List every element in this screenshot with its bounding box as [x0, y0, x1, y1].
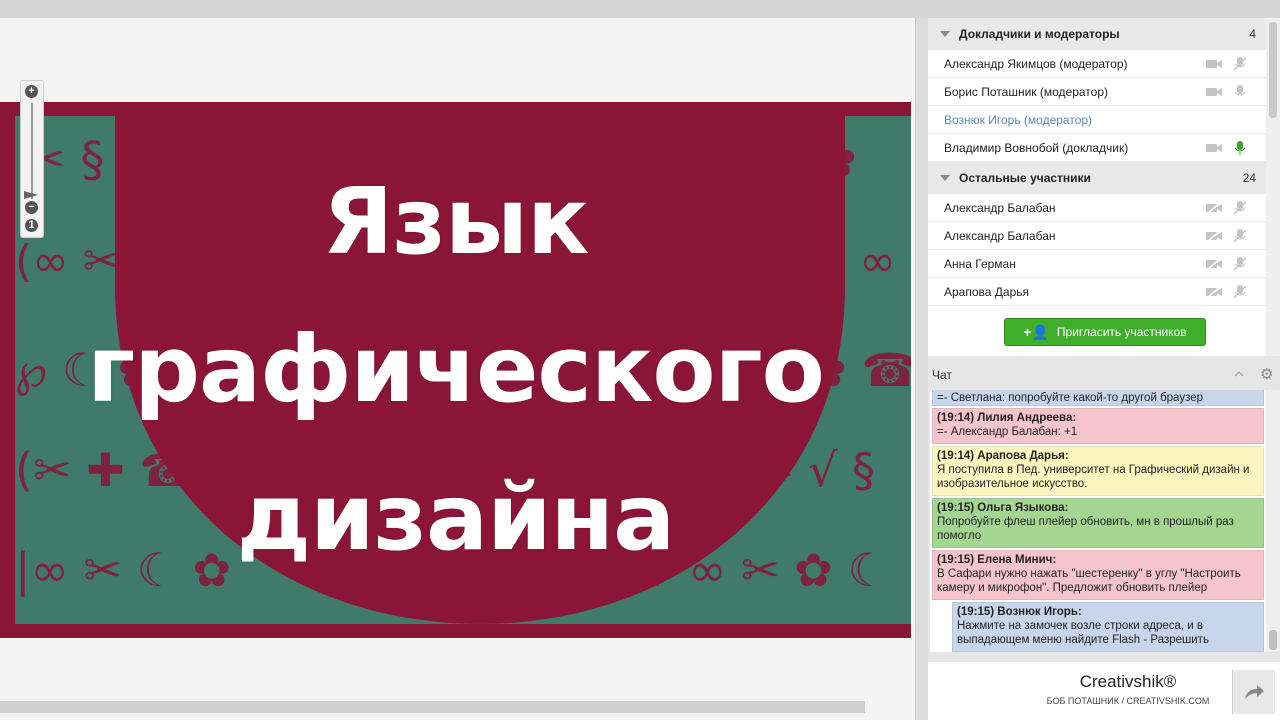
message-text: Я поступила в Пед. университет на Графич…: [937, 464, 1250, 490]
mic-muted-icon[interactable]: [1232, 229, 1248, 243]
mic-muted-icon[interactable]: [1232, 257, 1248, 271]
message-author: (19:14) Лилия Андреева:: [937, 412, 1077, 424]
slide-title: Язык графического дизайна: [0, 102, 911, 638]
group-label: Остальные участники: [959, 171, 1091, 185]
camera-icon[interactable]: [1206, 141, 1222, 155]
zoom-out-icon[interactable]: −: [25, 201, 38, 214]
participant-row[interactable]: Арапова Дарья: [928, 278, 1266, 306]
participants-scrollbar[interactable]: [1266, 18, 1280, 356]
zoom-in-icon[interactable]: +: [25, 85, 38, 98]
camera-icon[interactable]: [1206, 57, 1222, 71]
presenters-group-header[interactable]: Докладчики и модераторы 4: [928, 18, 1266, 50]
participant-row[interactable]: Александр Балабан: [928, 222, 1266, 250]
participant-row[interactable]: Александр Балабан: [928, 194, 1266, 222]
participant-row[interactable]: Вознюк Игорь (модератор): [928, 106, 1266, 134]
chat-message: (19:14) Арапова Дарья: Я поступила в Пед…: [932, 446, 1264, 496]
mic-muted-icon[interactable]: [1232, 285, 1248, 299]
gear-icon[interactable]: ⚙: [1260, 367, 1273, 383]
mic-muted-icon[interactable]: [1232, 201, 1248, 215]
share-button[interactable]: [1232, 670, 1275, 714]
participant-name: Владимир Вовнобой (докладчик): [944, 140, 1129, 155]
chat-message: =- Светлана: попробуйте какой-то другой …: [932, 390, 1264, 406]
message-text: =- Александр Балабан: +1: [937, 426, 1078, 438]
scrollbar-thumb[interactable]: [1269, 22, 1277, 118]
horizontal-scrollbar[interactable]: [0, 701, 865, 713]
slide-title-line-1: Язык: [322, 168, 590, 275]
scrollbar-thumb[interactable]: [1269, 630, 1277, 650]
message-author: (19:15) Вознюк Игорь:: [957, 606, 1082, 618]
participant-row[interactable]: Александр Якимцов (модератор): [928, 50, 1266, 78]
brand-logo: Creativshik® БОБ ПОТАШНИК / CREATIVSHIK.…: [1028, 672, 1228, 706]
zoom-reset-icon[interactable]: 1: [25, 219, 38, 232]
chat-header: Чат ⚙: [928, 362, 1280, 388]
participant-name: Борис Поташник (модератор): [944, 84, 1108, 99]
brand-name: Creativshik®: [1079, 672, 1177, 691]
message-author: (19:15) Елена Минич:: [937, 554, 1057, 566]
message-author: (19:15) Ольга Языкова:: [937, 502, 1069, 514]
top-bar: [0, 0, 1280, 18]
participant-row[interactable]: Анна Герман: [928, 250, 1266, 278]
collapse-triangle-icon[interactable]: [940, 31, 950, 37]
mic-icon[interactable]: [1232, 85, 1248, 99]
others-group-header[interactable]: Остальные участники 24: [928, 162, 1266, 194]
invite-participants-button[interactable]: +👤 Пригласить участников: [1004, 318, 1206, 346]
side-panel: Докладчики и модераторы 4 Александр Яким…: [928, 18, 1280, 720]
camera-off-icon[interactable]: [1206, 201, 1222, 215]
camera-off-icon[interactable]: [1206, 285, 1222, 299]
add-user-icon: +👤: [1023, 323, 1049, 340]
share-arrow-icon: [1245, 685, 1264, 699]
participant-name: Анна Герман: [944, 256, 1016, 271]
chat-title: Чат: [932, 368, 952, 382]
chat-message: (19:15) Елена Минич: В Сафари нужно нажа…: [932, 550, 1264, 600]
zoom-control[interactable]: + − 1: [20, 80, 44, 238]
participants-list: Докладчики и модераторы 4 Александр Яким…: [928, 18, 1266, 356]
camera-icon[interactable]: [1206, 85, 1222, 99]
chat-message: (19:14) Лилия Андреева: =- Александр Бал…: [932, 408, 1264, 444]
group-count: 24: [1242, 171, 1256, 185]
chat-message: (19:15) Ольга Языкова: Попробуйте флеш п…: [932, 498, 1264, 548]
message-author: (19:14) Арапова Дарья:: [937, 450, 1069, 462]
participant-name: Александр Балабан: [944, 200, 1056, 215]
participant-row[interactable]: Владимир Вовнобой (докладчик): [928, 134, 1266, 162]
message-text: Попробуйте флеш плейер обновить, мн в пр…: [937, 516, 1234, 542]
brand-subtitle: БОБ ПОТАШНИК / CREATIVSHIK.COM: [1046, 696, 1210, 706]
participant-name: Александр Балабан: [944, 228, 1056, 243]
slide: ✂ § ☎ ✚ ✂ ☎ ✚ ✎ ✿ (∞ ✂ ℘ ☾ ✚ ∞ ℘ ☾ ✿ § ✎…: [0, 102, 911, 638]
camera-off-icon[interactable]: [1206, 257, 1222, 271]
collapse-triangle-icon[interactable]: [940, 175, 950, 181]
message-text: В Сафари нужно нажать "шестеренку" в угл…: [937, 568, 1241, 594]
participant-row[interactable]: Борис Поташник (модератор): [928, 78, 1266, 106]
group-label: Докладчики и модераторы: [959, 27, 1120, 41]
slide-title-line-2: графического: [87, 316, 825, 423]
participant-name: Вознюк Игорь (модератор): [944, 112, 1093, 127]
chat-messages: =- Светлана: попробуйте какой-то другой …: [930, 390, 1266, 652]
participant-name: Арапова Дарья: [944, 284, 1029, 299]
invite-area: +👤 Пригласить участников: [928, 308, 1266, 356]
camera-off-icon[interactable]: [1206, 229, 1222, 243]
footer: Creativshik® БОБ ПОТАШНИК / CREATIVSHIK.…: [928, 662, 1280, 720]
message-text: Нажмите на замочек возле строки адреса, …: [957, 620, 1209, 646]
zoom-slider-track[interactable]: [31, 103, 33, 199]
participant-name: Александр Якимцов (модератор): [944, 56, 1128, 71]
presentation-area: ✂ § ☎ ✚ ✂ ☎ ✚ ✎ ✿ (∞ ✂ ℘ ☾ ✚ ∞ ℘ ☾ ✿ § ✎…: [0, 18, 916, 720]
collapse-chevron-icon[interactable]: [1234, 369, 1244, 379]
group-count: 4: [1249, 27, 1256, 41]
invite-label: Пригласить участников: [1056, 325, 1187, 339]
mic-muted-icon[interactable]: [1232, 57, 1248, 71]
message-text: =- Светлана: попробуйте какой-то другой …: [937, 392, 1204, 404]
chat-scrollbar[interactable]: [1266, 390, 1280, 652]
slide-title-line-3: дизайна: [236, 464, 675, 571]
mic-active-icon[interactable]: [1232, 141, 1248, 155]
chat-message: (19:15) Вознюк Игорь: Нажмите на замочек…: [952, 602, 1264, 652]
